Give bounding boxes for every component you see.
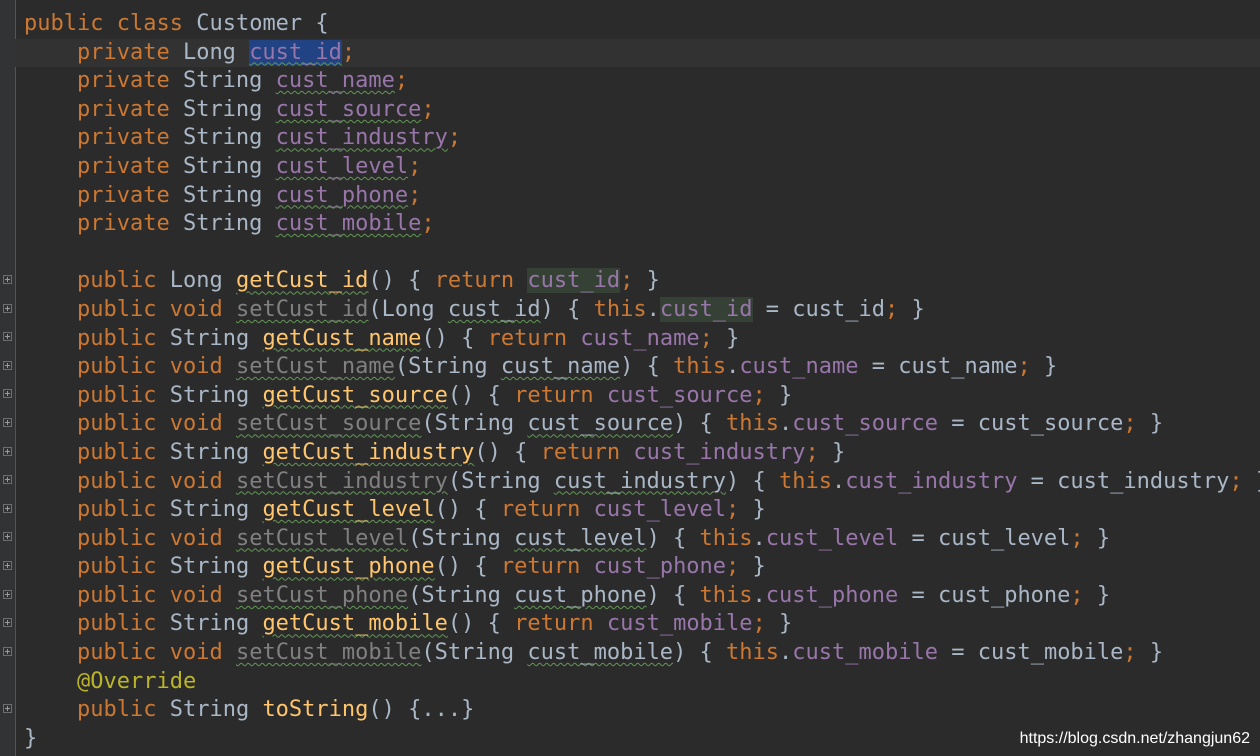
fold-toggle-icon[interactable]: [3, 647, 12, 656]
code-line[interactable]: public void setCust_mobile(String cust_m…: [24, 639, 1260, 668]
code-line[interactable]: public void setCust_level(String cust_le…: [24, 525, 1260, 554]
fold-toggle-icon[interactable]: [3, 304, 12, 313]
fold-toggle-icon[interactable]: [3, 332, 12, 341]
code-editor[interactable]: public class Customer { private Long cus…: [15, 10, 1260, 753]
code-line[interactable]: private String cust_phone;: [24, 182, 1260, 211]
watermark-text: https://blog.csdn.net/zhangjun62: [1019, 730, 1250, 747]
code-line[interactable]: public void setCust_name(String cust_nam…: [24, 353, 1260, 382]
fold-toggle-icon[interactable]: [3, 475, 12, 484]
code-line[interactable]: private String cust_name;: [24, 67, 1260, 96]
fold-toggle-icon[interactable]: [3, 561, 12, 570]
code-line[interactable]: private String cust_mobile;: [24, 210, 1260, 239]
code-line[interactable]: public String getCust_mobile() { return …: [24, 610, 1260, 639]
code-line[interactable]: public class Customer {: [24, 10, 1260, 39]
fold-toggle-icon[interactable]: [3, 447, 12, 456]
code-line[interactable]: public String getCust_level() { return c…: [24, 496, 1260, 525]
code-line[interactable]: public void setCust_source(String cust_s…: [24, 410, 1260, 439]
code-line[interactable]: public String getCust_source() { return …: [24, 382, 1260, 411]
code-line[interactable]: private String cust_level;: [24, 153, 1260, 182]
fold-toggle-icon[interactable]: [3, 275, 12, 284]
code-line[interactable]: public void setCust_id(Long cust_id) { t…: [24, 296, 1260, 325]
code-line[interactable]: public void setCust_phone(String cust_ph…: [24, 582, 1260, 611]
code-line[interactable]: public String getCust_name() { return cu…: [24, 325, 1260, 354]
code-line[interactable]: public String toString() {...}: [24, 696, 1260, 725]
code-line[interactable]: private String cust_source;: [24, 96, 1260, 125]
fold-toggle-icon[interactable]: [3, 361, 12, 370]
fold-toggle-icon[interactable]: [3, 504, 12, 513]
editor-gutter: [0, 0, 16, 756]
fold-toggle-icon[interactable]: [3, 590, 12, 599]
code-line[interactable]: ​: [24, 239, 1260, 268]
fold-toggle-icon[interactable]: [3, 704, 12, 713]
fold-toggle-icon[interactable]: [3, 532, 12, 541]
fold-toggle-icon[interactable]: [3, 618, 12, 627]
code-line[interactable]: public String getCust_phone() { return c…: [24, 553, 1260, 582]
fold-toggle-icon[interactable]: [3, 418, 12, 427]
code-line[interactable]: @Override: [24, 668, 1260, 697]
code-line[interactable]: private Long cust_id;: [15, 38, 1260, 68]
code-line[interactable]: private String cust_industry;: [24, 124, 1260, 153]
fold-toggle-icon[interactable]: [3, 389, 12, 398]
code-line[interactable]: public void setCust_industry(String cust…: [24, 468, 1260, 497]
code-line[interactable]: public String getCust_industry() { retur…: [24, 439, 1260, 468]
code-line[interactable]: public Long getCust_id() { return cust_i…: [24, 267, 1260, 296]
